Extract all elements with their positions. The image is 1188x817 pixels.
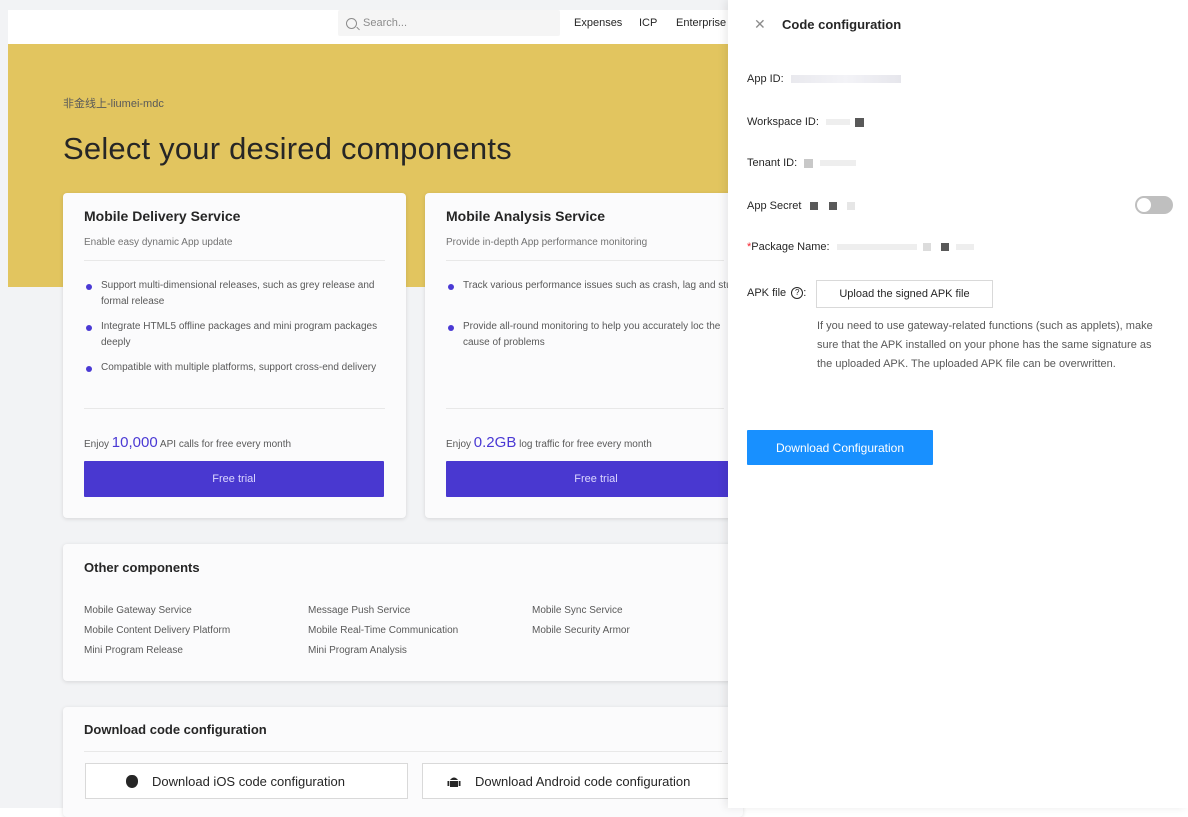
search-placeholder: Search... <box>363 17 408 29</box>
page-title: Select your desired components <box>63 131 512 166</box>
feature-item: Integrate HTML5 offline packages and min… <box>84 319 384 351</box>
redacted-block <box>804 158 814 168</box>
apk-colon: : <box>803 287 807 299</box>
redacted-block <box>828 202 837 211</box>
help-icon[interactable]: ? <box>791 287 804 300</box>
check-icon <box>86 366 92 372</box>
apk-file-row: APK file ?: <box>747 287 807 300</box>
app-secret-label: App Secret <box>747 200 802 212</box>
free-quota: Enjoy 0.2GB log traffic for free every m… <box>446 434 652 451</box>
component-link[interactable]: Mini Program Release <box>84 645 183 656</box>
feature-item: Provide all-round monitoring to help you… <box>446 319 746 351</box>
feature-item: Compatible with multiple platforms, supp… <box>84 360 384 376</box>
package-name-label: Package Name: <box>751 241 830 253</box>
card-title: Mobile Delivery Service <box>84 208 241 224</box>
download-ios-label: Download iOS code configuration <box>152 773 345 789</box>
other-components-panel: Other components Mobile Gateway Service … <box>63 544 743 681</box>
package-name-tail-redacted <box>955 244 974 251</box>
enjoy-prefix: Enjoy <box>446 439 472 450</box>
divider <box>446 260 724 261</box>
app-id-label: App ID: <box>747 73 784 85</box>
redacted-block <box>846 202 855 211</box>
enjoy-suffix: log traffic for free every month <box>519 439 652 450</box>
feature-text: Support multi-dimensional releases, such… <box>101 280 375 307</box>
check-icon <box>86 325 92 331</box>
app-secret-row: App Secret <box>747 200 855 212</box>
quota-value: 0.2GB <box>473 434 517 451</box>
enjoy-suffix: API calls for free every month <box>159 439 292 450</box>
search-icon <box>346 17 357 29</box>
download-code-panel: Download code configuration <box>63 707 743 817</box>
component-link[interactable]: Mobile Content Delivery Platform <box>84 625 230 636</box>
redacted-block <box>855 117 865 127</box>
mas-card: Mobile Analysis Service Provide in-depth… <box>425 193 746 518</box>
feature-text: Integrate HTML5 offline packages and min… <box>101 321 378 348</box>
feature-item: Track various performance issues such as… <box>446 278 746 294</box>
download-configuration-button[interactable]: Download Configuration <box>747 430 933 465</box>
redacted-block <box>940 243 949 252</box>
free-trial-button[interactable]: Free trial <box>84 461 384 497</box>
check-icon <box>448 284 454 290</box>
component-link[interactable]: Mobile Sync Service <box>532 605 623 616</box>
divider <box>446 408 724 409</box>
component-link[interactable]: Mobile Gateway Service <box>84 605 192 616</box>
free-trial-button[interactable]: Free trial <box>446 461 746 497</box>
nav-enterprise[interactable]: Enterprise <box>676 10 726 36</box>
nav-icp[interactable]: ICP <box>639 10 657 36</box>
feature-text: Track various performance issues such as… <box>463 280 742 291</box>
tenant-id-row: Tenant ID: <box>747 157 857 169</box>
package-name-row: *Package Name: <box>747 241 974 253</box>
section-title: Other components <box>84 560 200 575</box>
divider <box>84 751 722 752</box>
card-subtitle: Enable easy dynamic App update <box>84 237 233 248</box>
divider <box>84 408 385 409</box>
workspace-id-value-redacted <box>826 119 850 126</box>
feature-item: Support multi-dimensional releases, such… <box>84 278 384 310</box>
nav-expenses[interactable]: Expenses <box>574 10 622 36</box>
close-icon[interactable]: ✕ <box>754 17 766 31</box>
apple-icon <box>126 775 138 788</box>
apk-file-label: APK file <box>747 287 787 299</box>
download-android-button[interactable]: Download Android code configuration <box>422 763 745 799</box>
feature-text: Provide all-round monitoring to help you… <box>463 321 721 348</box>
package-name-value-redacted <box>836 244 917 251</box>
upload-apk-button[interactable]: Upload the signed APK file <box>816 280 993 308</box>
section-title: Download code configuration <box>84 722 267 737</box>
app-id-value-redacted <box>790 75 901 84</box>
download-android-label: Download Android code configuration <box>475 773 691 789</box>
component-link[interactable]: Message Push Service <box>308 605 410 616</box>
workspace-id-label: Workspace ID: <box>747 116 819 128</box>
workspace-name: 非金线上-liumei-mdc <box>63 98 164 110</box>
app-secret-visibility-toggle[interactable] <box>1135 196 1173 214</box>
tenant-id-value-redacted <box>820 160 857 167</box>
component-link[interactable]: Mobile Real-Time Communication <box>308 625 458 636</box>
enjoy-prefix: Enjoy <box>84 439 110 450</box>
divider <box>84 260 385 261</box>
apk-note: If you need to use gateway-related funct… <box>817 320 1153 370</box>
top-bar: Search... Expenses ICP Enterprise <box>8 10 728 44</box>
search-input[interactable]: Search... <box>338 10 560 36</box>
workspace-id-row: Workspace ID: <box>747 116 865 128</box>
check-icon <box>86 284 92 290</box>
download-ios-button[interactable]: Download iOS code configuration <box>85 763 408 799</box>
toggle-knob <box>1137 198 1151 212</box>
redacted-block <box>922 243 931 252</box>
drawer-title: Code configuration <box>782 17 902 32</box>
card-title: Mobile Analysis Service <box>446 208 605 224</box>
android-icon <box>447 777 461 787</box>
redacted-block <box>810 202 819 211</box>
feature-text: Compatible with multiple platforms, supp… <box>101 362 377 373</box>
tenant-id-label: Tenant ID: <box>747 157 798 169</box>
component-link[interactable]: Mobile Security Armor <box>532 625 630 636</box>
quota-value: 10,000 <box>111 434 158 451</box>
check-icon <box>448 325 454 331</box>
code-configuration-drawer: ✕ Code configuration App ID: Workspace I… <box>728 0 1188 808</box>
card-subtitle: Provide in-depth App performance monitor… <box>446 237 648 248</box>
drawer-header: ✕ Code configuration <box>728 0 1188 48</box>
app-id-row: App ID: <box>747 73 901 85</box>
component-link[interactable]: Mini Program Analysis <box>308 645 407 656</box>
mds-card: Mobile Delivery Service Enable easy dyna… <box>63 193 406 518</box>
free-quota: Enjoy 10,000 API calls for free every mo… <box>84 434 291 451</box>
